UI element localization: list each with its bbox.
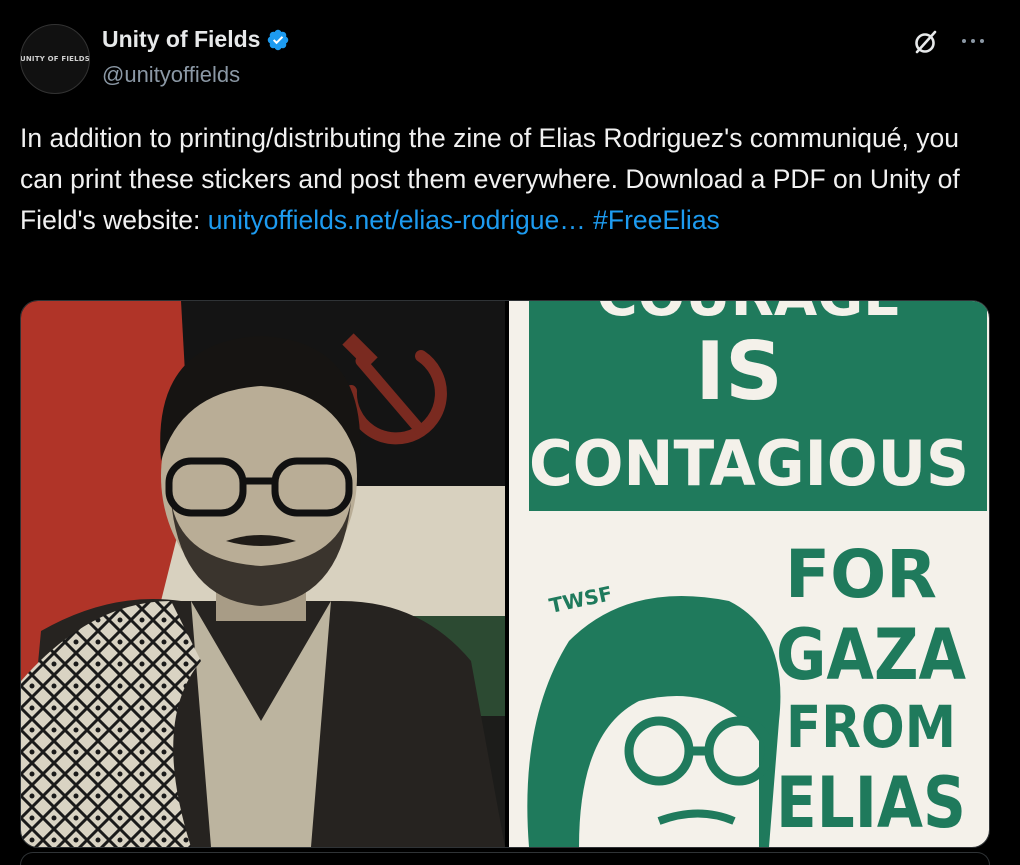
poster-line-for: FOR <box>785 536 937 613</box>
next-card-edge <box>20 852 990 865</box>
more-options-icon[interactable] <box>958 26 988 56</box>
author-handle[interactable]: @unityoffields <box>102 62 240 88</box>
media-grid: COURAGE IS CONTAGIOUS FOR GAZA FROM ELIA… <box>20 300 990 848</box>
poster-line-from: FROM <box>786 693 956 761</box>
tweet-link[interactable]: unityoffields.net/elias-rodrigue… <box>208 205 586 235</box>
media-image-poster[interactable]: COURAGE IS CONTAGIOUS FOR GAZA FROM ELIA… <box>509 301 989 847</box>
avatar-text: UNITY OF FIELDS <box>20 55 90 63</box>
more-dots-glyph <box>962 39 984 43</box>
poster-line-contagious: CONTAGIOUS <box>529 427 969 500</box>
hashtag-link[interactable]: #FreeElias <box>593 205 720 235</box>
poster-line-is: IS <box>695 325 782 418</box>
author-name-row: Unity of Fields <box>102 26 290 53</box>
author-display-name[interactable]: Unity of Fields <box>102 26 260 53</box>
tweet-text: In addition to printing/distributing the… <box>20 118 980 241</box>
poster-line-elias: ELIAS <box>776 762 966 844</box>
media-image-portrait[interactable] <box>21 301 505 847</box>
poster-line-gaza: GAZA <box>776 614 966 696</box>
verified-badge-icon <box>268 29 289 50</box>
avatar[interactable]: UNITY OF FIELDS <box>20 24 90 94</box>
grok-icon[interactable] <box>912 28 940 56</box>
